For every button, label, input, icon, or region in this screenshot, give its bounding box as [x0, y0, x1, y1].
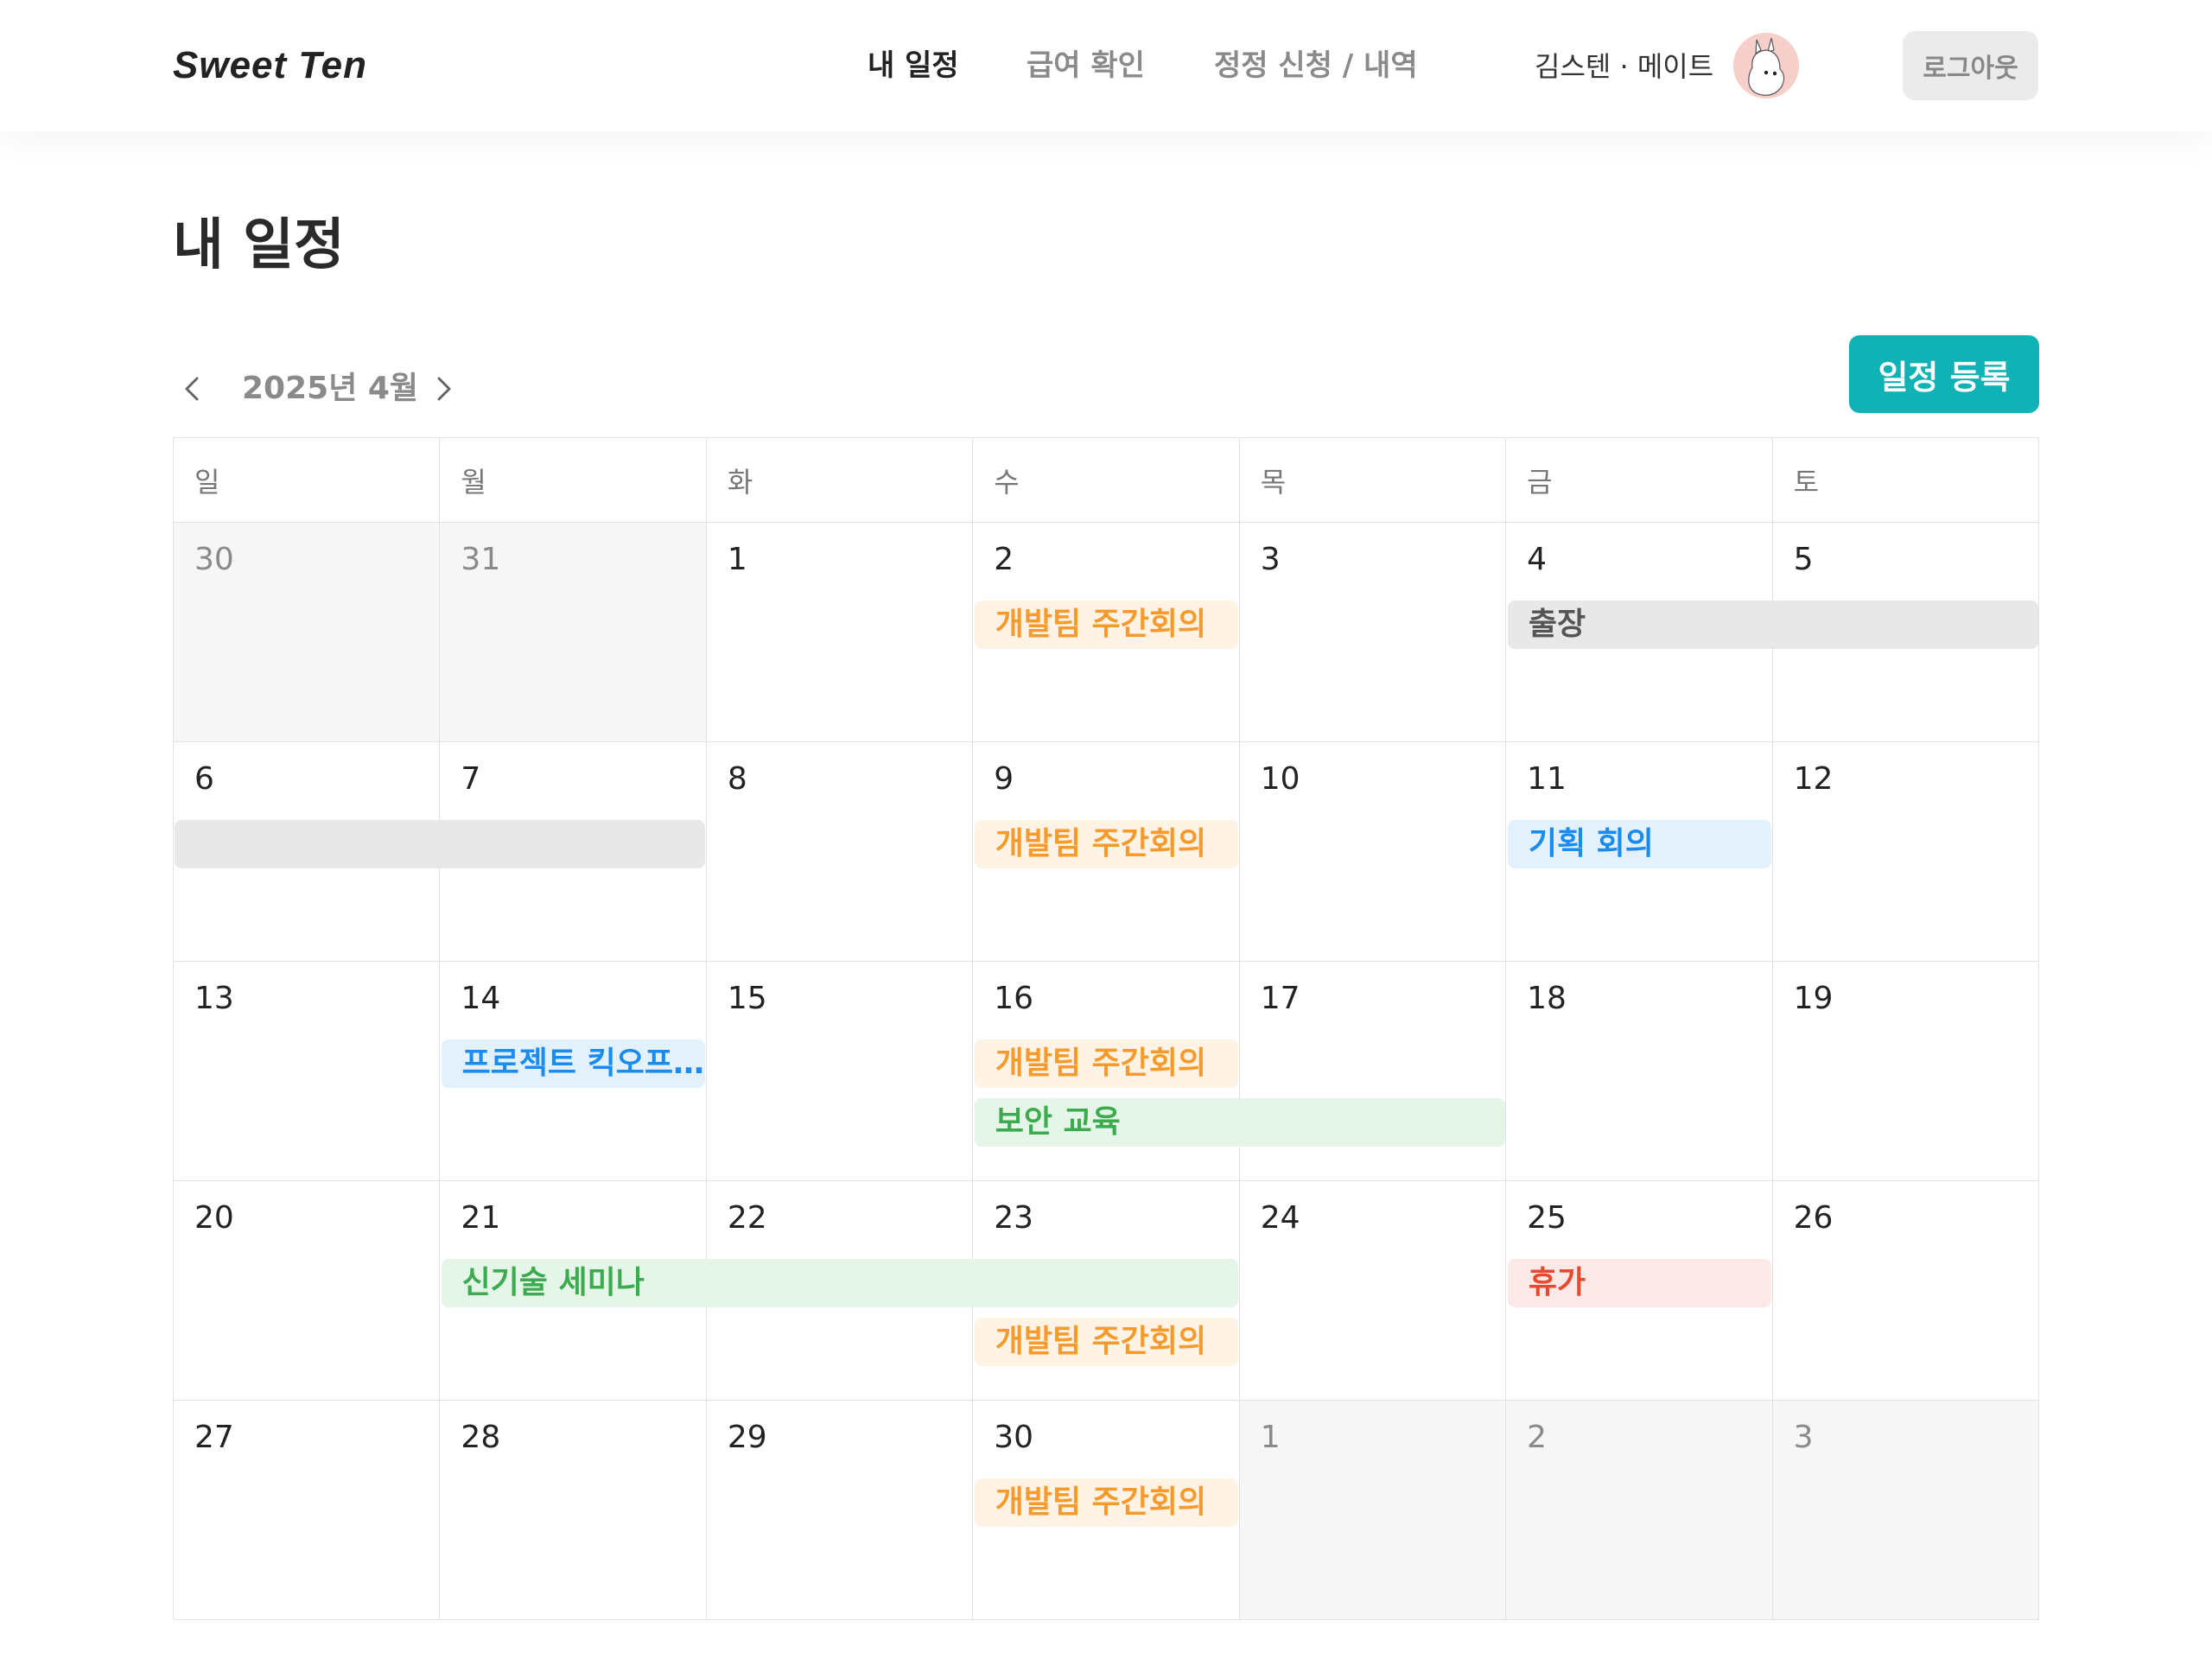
- weekday-header: 수: [973, 438, 1240, 523]
- event-bar[interactable]: 프로젝트 킥오프 미팅: [441, 1039, 706, 1088]
- event-bar[interactable]: 휴가: [1507, 1259, 1772, 1307]
- day-number: 22: [727, 1200, 767, 1236]
- month-label: 2025년 4월: [242, 371, 419, 406]
- weekday-header: 목: [1239, 438, 1507, 523]
- day-cell[interactable]: 15: [706, 962, 974, 1181]
- day-number: 19: [1793, 981, 1834, 1016]
- day-cell[interactable]: 10: [1239, 742, 1507, 962]
- day-number: 21: [461, 1200, 501, 1236]
- nav-item-salary[interactable]: 급여 확인: [1027, 45, 1145, 86]
- day-number: 31: [461, 542, 501, 577]
- event-bar[interactable]: 출장: [1507, 601, 2038, 649]
- day-number: 3: [1260, 542, 1281, 577]
- day-number: 24: [1260, 1200, 1300, 1236]
- event-bar[interactable]: 개발팀 주간회의: [974, 601, 1239, 649]
- day-cell[interactable]: 12: [1772, 742, 2039, 962]
- day-number: 8: [727, 761, 747, 797]
- event-bar[interactable]: [175, 820, 706, 868]
- day-cell[interactable]: 31: [440, 523, 707, 742]
- day-number: 6: [194, 761, 214, 797]
- moomin-avatar-icon[interactable]: [1733, 33, 1799, 99]
- top-header: Sweet Ten 내 일정 급여 확인 정정 신청 / 내역 김스텐 · 메이…: [0, 0, 2212, 131]
- weekday-header: 토: [1772, 438, 2039, 523]
- chevron-left-icon[interactable]: [173, 368, 214, 410]
- event-bar[interactable]: 개발팀 주간회의: [974, 1318, 1239, 1366]
- event-bar[interactable]: 개발팀 주간회의: [974, 820, 1239, 868]
- day-number: 26: [1793, 1200, 1834, 1236]
- chevron-right-icon[interactable]: [422, 368, 463, 410]
- day-number: 2: [994, 542, 1014, 577]
- nav-item-correction-request[interactable]: 정정 신청 / 내역: [1214, 45, 1418, 86]
- day-number: 28: [461, 1420, 501, 1455]
- day-number: 27: [194, 1420, 234, 1455]
- event-bar[interactable]: 기획 회의: [1507, 820, 1772, 868]
- day-number: 30: [994, 1420, 1034, 1455]
- day-number: 2: [1527, 1420, 1548, 1455]
- logout-button[interactable]: 로그아웃: [1903, 31, 2038, 100]
- weekday-header: 금: [1506, 438, 1773, 523]
- day-cell[interactable]: 1: [1239, 1401, 1507, 1620]
- event-bar[interactable]: 개발팀 주간회의: [974, 1478, 1239, 1527]
- day-cell[interactable]: 28: [440, 1401, 707, 1620]
- day-cell[interactable]: 17: [1239, 962, 1507, 1181]
- day-cell[interactable]: 24: [1239, 1181, 1507, 1401]
- day-cell[interactable]: 20: [174, 1181, 441, 1401]
- app-logo[interactable]: Sweet Ten: [173, 41, 367, 90]
- day-number: 12: [1793, 761, 1834, 797]
- add-schedule-button[interactable]: 일정 등록: [1849, 335, 2039, 413]
- day-cell[interactable]: 29: [706, 1401, 974, 1620]
- day-number: 3: [1793, 1420, 1814, 1455]
- user-name: 김스텐 · 메이트: [1535, 50, 1714, 83]
- day-number: 13: [194, 981, 234, 1016]
- day-number: 10: [1260, 761, 1300, 797]
- day-number: 5: [1793, 542, 1814, 577]
- month-calendar: 일 월 화 수 목 금 토 30 31 1 2 3 4 5 6 7 8 9 10 11 12 13 14 15 16 17 18 19…: [173, 437, 2039, 1620]
- day-cell[interactable]: 18: [1506, 962, 1773, 1181]
- day-cell[interactable]: 2: [1506, 1401, 1773, 1620]
- day-cell[interactable]: 1: [706, 523, 974, 742]
- day-number: 9: [994, 761, 1014, 797]
- event-bar[interactable]: 보안 교육: [974, 1098, 1505, 1147]
- day-number: 20: [194, 1200, 234, 1236]
- page-title: 내 일정: [173, 213, 345, 277]
- nav-item-my-schedule[interactable]: 내 일정: [868, 45, 959, 86]
- day-number: 11: [1527, 761, 1567, 797]
- day-number: 25: [1527, 1200, 1567, 1236]
- day-number: 4: [1527, 542, 1548, 577]
- day-cell[interactable]: 3: [1772, 1401, 2039, 1620]
- day-cell[interactable]: 26: [1772, 1181, 2039, 1401]
- day-number: 30: [194, 542, 234, 577]
- day-cell[interactable]: 19: [1772, 962, 2039, 1181]
- day-cell[interactable]: 8: [706, 742, 974, 962]
- day-number: 29: [727, 1420, 767, 1455]
- day-number: 23: [994, 1200, 1034, 1236]
- event-bar[interactable]: 신기술 세미나: [441, 1259, 1239, 1307]
- day-cell[interactable]: 27: [174, 1401, 441, 1620]
- day-cell[interactable]: 13: [174, 962, 441, 1181]
- day-number: 1: [727, 542, 747, 577]
- day-number: 16: [994, 981, 1034, 1016]
- weekday-header: 화: [706, 438, 974, 523]
- day-number: 1: [1260, 1420, 1281, 1455]
- day-number: 7: [461, 761, 481, 797]
- day-number: 18: [1527, 981, 1567, 1016]
- event-bar[interactable]: 개발팀 주간회의: [974, 1039, 1239, 1088]
- day-number: 17: [1260, 981, 1300, 1016]
- day-cell[interactable]: 3: [1239, 523, 1507, 742]
- day-number: 14: [461, 981, 501, 1016]
- day-cell[interactable]: 30: [174, 523, 441, 742]
- weekday-header: 월: [440, 438, 707, 523]
- day-number: 15: [727, 981, 767, 1016]
- weekday-header: 일: [174, 438, 441, 523]
